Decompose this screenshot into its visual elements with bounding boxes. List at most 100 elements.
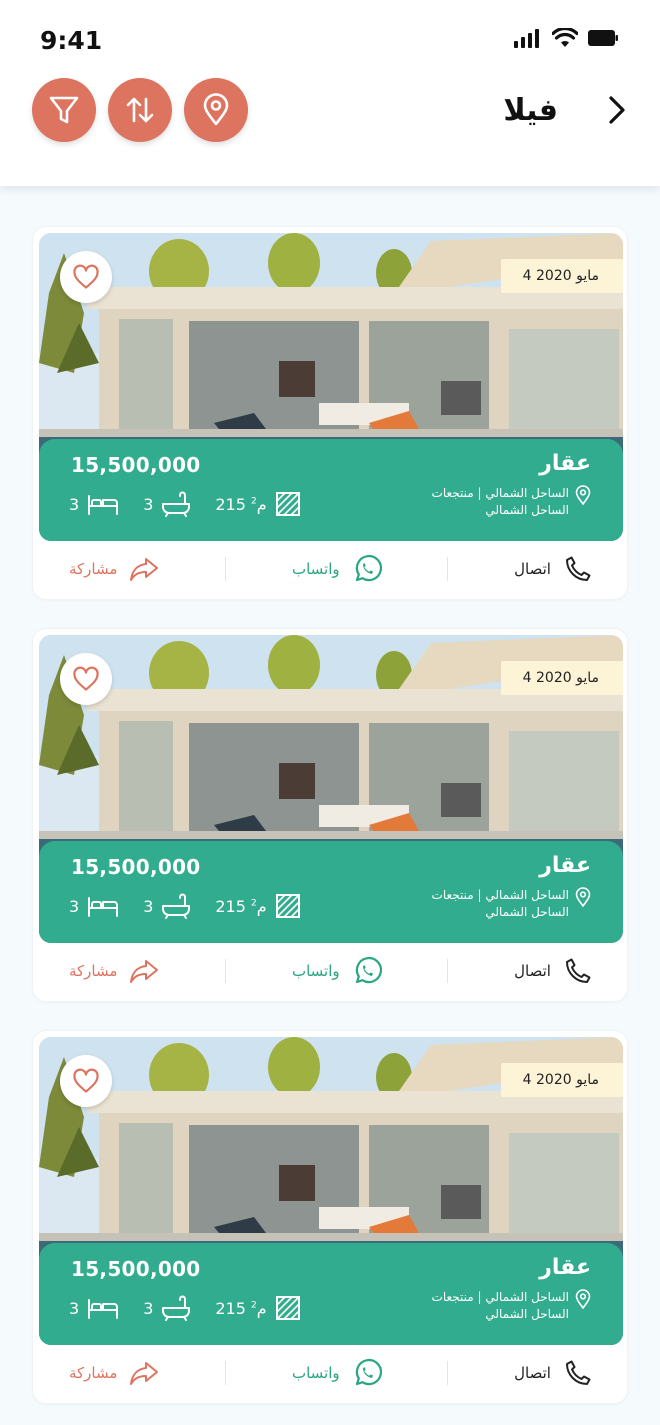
listing-date: 4 مايو 2020: [522, 670, 599, 686]
whatsapp-icon: [355, 1358, 382, 1386]
feature-area: 215 م2: [215, 491, 300, 517]
share-icon: [130, 960, 159, 983]
divider: [447, 959, 449, 983]
call-label: اتصال: [514, 962, 551, 980]
favorite-button[interactable]: [60, 653, 112, 705]
feature-area: 215 م2: [215, 1295, 300, 1321]
favorite-button[interactable]: [60, 251, 112, 303]
call-button[interactable]: اتصال: [514, 1358, 593, 1388]
call-label: اتصال: [514, 560, 551, 578]
map-button[interactable]: [184, 78, 248, 142]
listing-features: 3 3 215 م2: [69, 491, 301, 517]
info-panel: 15,500,000 عقار الساحل الشمالي | منتجعات…: [39, 1243, 623, 1345]
card-actions: مشاركة واتساب اتصال: [33, 1343, 629, 1403]
feature-beds: 3: [69, 492, 119, 516]
whatsapp-icon: [355, 956, 382, 984]
filter-icon: [49, 96, 79, 124]
listing-photo: 4 مايو 2020 15,500,000 عقار الساحل الشما…: [39, 1037, 623, 1345]
share-icon: [130, 558, 159, 581]
bed-icon: [88, 495, 119, 515]
divider: [225, 1361, 227, 1385]
listing-price: 15,500,000: [71, 1257, 201, 1281]
whatsapp-label: واتساب: [291, 962, 340, 980]
listing-location: الساحل الشمالي | منتجعات الساحل الشمالي: [409, 887, 591, 921]
location-text: الساحل الشمالي | منتجعات الساحل الشمالي: [431, 888, 569, 919]
phone-icon: [565, 1360, 591, 1385]
share-button[interactable]: مشاركة: [69, 958, 159, 984]
heart-icon: [73, 264, 99, 289]
title-row: فيلا: [503, 92, 632, 128]
divider: [447, 557, 449, 581]
feature-area: 215 م2: [215, 893, 300, 919]
date-badge: 4 مايو 2020: [500, 661, 623, 695]
phone-icon: [565, 958, 591, 983]
share-label: مشاركة: [69, 1364, 118, 1382]
whatsapp-icon: [355, 554, 382, 582]
back-button[interactable]: [602, 92, 632, 128]
area-icon: [275, 492, 300, 516]
divider: [225, 557, 227, 581]
battery-icon: [588, 30, 618, 46]
filter-button[interactable]: [32, 78, 96, 142]
listing-name: عقار: [539, 451, 591, 476]
sort-icon: [126, 97, 154, 123]
listing-list: 4 مايو 2020 15,500,000 عقار الساحل الشما…: [32, 226, 628, 1425]
signal-icon: [514, 29, 539, 48]
share-label: مشاركة: [69, 560, 118, 578]
share-label: مشاركة: [69, 962, 118, 980]
whatsapp-button[interactable]: واتساب: [292, 554, 382, 584]
baths-count: 3: [143, 1298, 154, 1318]
favorite-button[interactable]: [60, 1055, 112, 1107]
info-panel: 15,500,000 عقار الساحل الشمالي | منتجعات…: [39, 841, 623, 943]
listing-price: 15,500,000: [71, 855, 201, 879]
beds-count: 3: [69, 494, 80, 514]
location-pin-icon: [203, 93, 229, 126]
bed-icon: [88, 1299, 119, 1319]
listing-card[interactable]: 4 مايو 2020 15,500,000 عقار الساحل الشما…: [32, 1030, 628, 1404]
divider: [447, 1361, 449, 1385]
listing-location: الساحل الشمالي | منتجعات الساحل الشمالي: [409, 485, 591, 519]
feature-baths: 3: [143, 1295, 191, 1321]
whatsapp-button[interactable]: واتساب: [292, 1358, 382, 1388]
location-text: الساحل الشمالي | منتجعات الساحل الشمالي: [431, 486, 569, 517]
bathtub-icon: [162, 1295, 191, 1321]
feature-beds: 3: [69, 894, 119, 918]
listing-card[interactable]: 4 مايو 2020 15,500,000 عقار الساحل الشما…: [32, 628, 628, 1002]
listing-card[interactable]: 4 مايو 2020 15,500,000 عقار الساحل الشما…: [32, 226, 628, 600]
call-button[interactable]: اتصال: [514, 554, 593, 584]
listing-features: 3 3 215 م2: [69, 1295, 301, 1321]
listing-location: الساحل الشمالي | منتجعات الساحل الشمالي: [409, 1289, 591, 1323]
bathtub-icon: [162, 893, 191, 919]
listing-price: 15,500,000: [71, 453, 201, 477]
baths-count: 3: [143, 896, 154, 916]
date-badge: 4 مايو 2020: [500, 1063, 623, 1097]
card-actions: مشاركة واتساب اتصال: [33, 539, 629, 599]
beds-count: 3: [69, 1298, 80, 1318]
listing-date: 4 مايو 2020: [522, 268, 599, 284]
share-icon: [130, 1362, 159, 1385]
cards-container: 4 مايو 2020 15,500,000 عقار الساحل الشما…: [32, 226, 628, 1404]
area-icon: [275, 1296, 300, 1320]
call-label: اتصال: [514, 1364, 551, 1382]
listing-photo: 4 مايو 2020 15,500,000 عقار الساحل الشما…: [39, 233, 623, 541]
whatsapp-button[interactable]: واتساب: [292, 956, 382, 986]
listing-date: 4 مايو 2020: [522, 1072, 599, 1088]
whatsapp-label: واتساب: [291, 560, 340, 578]
listing-features: 3 3 215 م2: [69, 893, 301, 919]
phone-icon: [565, 556, 591, 581]
toolbar-actions: [32, 78, 248, 142]
feature-beds: 3: [69, 1296, 119, 1320]
heart-icon: [73, 666, 99, 691]
status-icons: [514, 28, 618, 48]
share-button[interactable]: مشاركة: [69, 1360, 159, 1386]
listing-name: عقار: [539, 1255, 591, 1280]
call-button[interactable]: اتصال: [514, 956, 593, 986]
heart-icon: [73, 1068, 99, 1093]
share-button[interactable]: مشاركة: [69, 556, 159, 582]
location-pin-icon: [575, 887, 591, 907]
beds-count: 3: [69, 896, 80, 916]
feature-baths: 3: [143, 491, 191, 517]
sort-button[interactable]: [108, 78, 172, 142]
listing-name: عقار: [539, 853, 591, 878]
page-title: فيلا: [503, 92, 558, 128]
